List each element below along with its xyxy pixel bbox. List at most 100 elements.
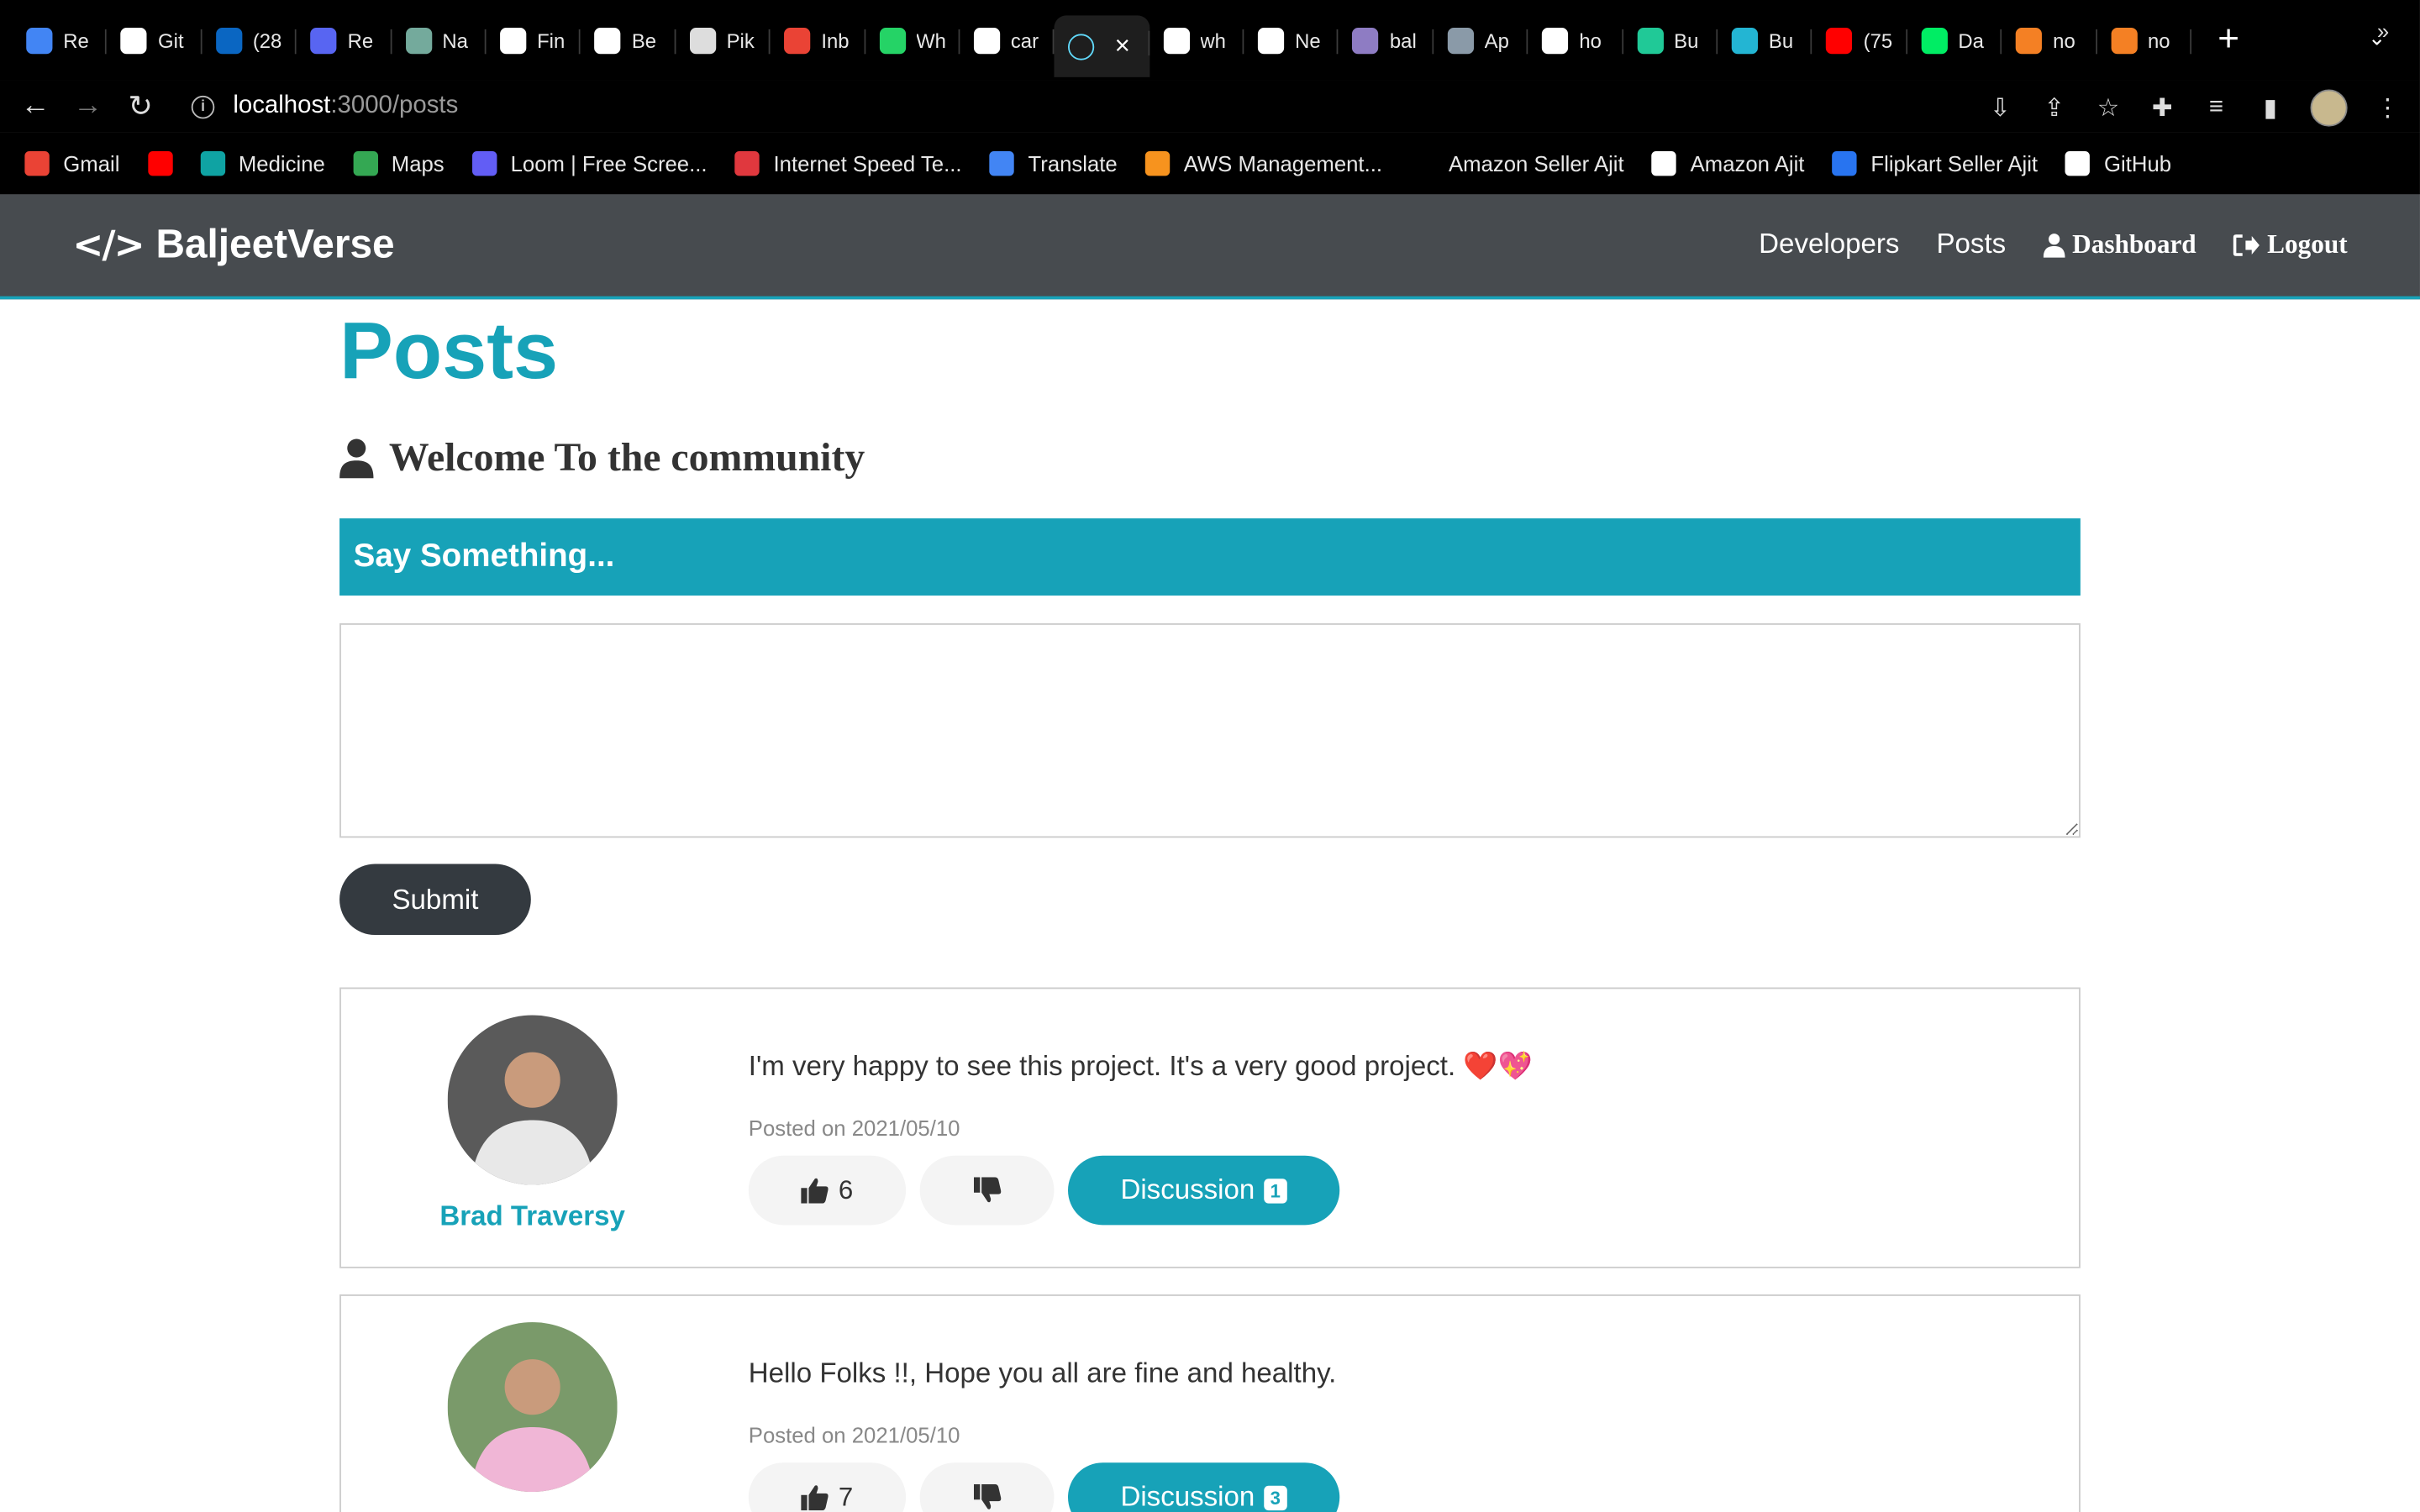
bookmark-item[interactable]: Maps bbox=[352, 150, 445, 176]
bookmark-item[interactable] bbox=[147, 150, 172, 176]
install-icon[interactable]: ⇩ bbox=[1986, 92, 2014, 123]
discussion-button[interactable]: Discussion 3 bbox=[1067, 1462, 1339, 1512]
browser-tab[interactable]: × bbox=[1055, 15, 1150, 77]
post-text: I'm very happy to see this project. It's… bbox=[748, 1050, 1533, 1082]
like-button[interactable]: 6 bbox=[748, 1155, 907, 1226]
bookmark-item[interactable]: AWS Management... bbox=[1144, 150, 1382, 176]
address-bar[interactable]: i localhost:3000/posts bbox=[191, 92, 459, 120]
bookmark-label: Medicine bbox=[238, 150, 325, 176]
aws-icon bbox=[1144, 150, 1171, 176]
browser-tab[interactable]: (75 bbox=[1812, 14, 1907, 66]
browser-tab[interactable]: no bbox=[2096, 14, 2192, 66]
side-panel-icon[interactable]: ▮ bbox=[2256, 92, 2284, 123]
browser-tab[interactable]: Bu bbox=[1718, 14, 1813, 66]
nav-developers-link[interactable]: Developers bbox=[1759, 228, 1899, 261]
new-tab-button[interactable]: + bbox=[2210, 18, 2247, 61]
post-body: I'm very happy to see this project. It's… bbox=[748, 1050, 1533, 1226]
browser-tab[interactable]: Da bbox=[1907, 14, 2002, 66]
bookmark-item[interactable]: Amazon Seller Ajit bbox=[1410, 150, 1624, 176]
nav-logout-link[interactable]: Logout bbox=[2233, 229, 2348, 260]
post-actions: 6 Discussion 1 bbox=[748, 1155, 1533, 1226]
unlike-button[interactable] bbox=[919, 1155, 1055, 1226]
post-body: Hello Folks !!, Hope you all are fine an… bbox=[748, 1357, 1339, 1512]
avatar[interactable] bbox=[447, 1015, 618, 1185]
browser-tab[interactable]: Be bbox=[581, 14, 676, 66]
browser-tab[interactable]: Re bbox=[297, 14, 392, 66]
youtube-icon bbox=[147, 150, 172, 176]
code-icon: </> bbox=[72, 223, 145, 266]
like-button[interactable]: 7 bbox=[748, 1462, 907, 1512]
reading-list-icon[interactable]: ≡ bbox=[2202, 94, 2230, 122]
tab-title: (28 bbox=[252, 28, 282, 52]
profile-avatar[interactable] bbox=[2310, 89, 2348, 127]
amazon-icon bbox=[1651, 150, 1677, 176]
bookmark-item[interactable]: Internet Speed Te... bbox=[734, 150, 962, 176]
extensions-icon[interactable]: ✚ bbox=[2149, 92, 2176, 123]
bookmark-item[interactable]: Translate bbox=[989, 150, 1118, 176]
browser-tab[interactable]: wh bbox=[1150, 14, 1244, 66]
browser-tab[interactable]: Na bbox=[392, 14, 487, 66]
browser-tab[interactable]: ho bbox=[1528, 14, 1623, 66]
nav-dashboard-label: Dashboard bbox=[2072, 228, 2196, 259]
browser-tab[interactable]: Inb bbox=[771, 14, 865, 66]
tab-title: (75 bbox=[1863, 28, 1893, 52]
browser-tab[interactable]: Bu bbox=[1623, 14, 1718, 66]
tab-title: Re bbox=[347, 28, 374, 52]
url-path: :3000/posts bbox=[330, 92, 459, 119]
browser-tab[interactable]: Git bbox=[107, 14, 203, 66]
unlike-button[interactable] bbox=[919, 1462, 1055, 1512]
author-name[interactable]: Baljeet bbox=[487, 1507, 577, 1512]
gmail-icon bbox=[24, 150, 50, 176]
tab-title: Ne bbox=[1295, 28, 1321, 52]
share-icon[interactable]: ⇪ bbox=[2040, 92, 2068, 123]
avatar[interactable] bbox=[447, 1322, 618, 1493]
nav-posts-label: Posts bbox=[1936, 228, 2007, 260]
gear-icon bbox=[1447, 27, 1474, 54]
bookmark-item[interactable]: Medicine bbox=[199, 150, 325, 176]
nav-posts-link[interactable]: Posts bbox=[1936, 228, 2006, 261]
close-tab-icon[interactable]: × bbox=[1115, 31, 1130, 62]
browser-tab[interactable]: Ne bbox=[1244, 14, 1339, 66]
reload-icon[interactable]: ↻ bbox=[114, 89, 166, 124]
discussion-button[interactable]: Discussion 1 bbox=[1067, 1155, 1339, 1226]
browser-tab[interactable]: bal bbox=[1339, 14, 1434, 66]
browser-tab[interactable]: Ap bbox=[1434, 14, 1528, 66]
tab-title: Inb bbox=[821, 28, 850, 52]
bookmark-label: Amazon Ajit bbox=[1690, 150, 1805, 176]
sign-out-icon bbox=[2233, 234, 2260, 255]
browser-tab[interactable]: car bbox=[960, 14, 1055, 66]
bookmark-item[interactable]: GitHub bbox=[2065, 150, 2172, 176]
browser-tab[interactable]: (28 bbox=[202, 14, 297, 66]
bookmark-item[interactable]: Flipkart Seller Ajit bbox=[1832, 150, 2038, 176]
browser-tab[interactable]: Pik bbox=[676, 14, 771, 66]
post-textarea[interactable] bbox=[339, 623, 2081, 838]
loom-icon bbox=[471, 150, 497, 176]
browser-tab[interactable]: Fin bbox=[486, 14, 581, 66]
bookmark-item[interactable]: Gmail bbox=[24, 150, 119, 176]
browser-tab[interactable]: Re bbox=[13, 14, 108, 66]
bookmark-star-icon[interactable]: ☆ bbox=[2094, 92, 2122, 123]
site-info-icon[interactable]: i bbox=[191, 94, 215, 118]
gear-icon bbox=[1352, 27, 1380, 54]
nav-dashboard-link[interactable]: Dashboard bbox=[2043, 229, 2196, 260]
tab-title: Pik bbox=[726, 28, 755, 52]
submit-button[interactable]: Submit bbox=[339, 864, 531, 936]
bookmark-item[interactable]: Amazon Ajit bbox=[1651, 150, 1805, 176]
browser-tab[interactable]: Wh bbox=[865, 14, 960, 66]
menu-icon[interactable]: ⋮ bbox=[2374, 92, 2402, 123]
chrome-icon bbox=[1258, 27, 1285, 54]
bookmarks-overflow-icon[interactable]: » bbox=[2377, 18, 2389, 43]
bookmark-label: GitHub bbox=[2104, 150, 2172, 176]
forward-icon[interactable]: → bbox=[61, 90, 113, 123]
brand-logo[interactable]: </> BaljeetVerse bbox=[72, 221, 394, 269]
back-icon[interactable]: ← bbox=[9, 90, 61, 123]
post-author[interactable]: Baljeet bbox=[341, 1322, 724, 1512]
post-author[interactable]: Brad Traversy bbox=[341, 1015, 724, 1233]
tab-title: Da bbox=[1958, 28, 1984, 52]
browser-tab[interactable]: no bbox=[2002, 14, 2097, 66]
bookmark-item[interactable]: Loom | Free Scree... bbox=[471, 150, 708, 176]
tab-title: car bbox=[1010, 28, 1039, 52]
like-count: 7 bbox=[838, 1482, 854, 1512]
tab-title: Git bbox=[158, 28, 184, 52]
author-name[interactable]: Brad Traversy bbox=[439, 1200, 625, 1233]
